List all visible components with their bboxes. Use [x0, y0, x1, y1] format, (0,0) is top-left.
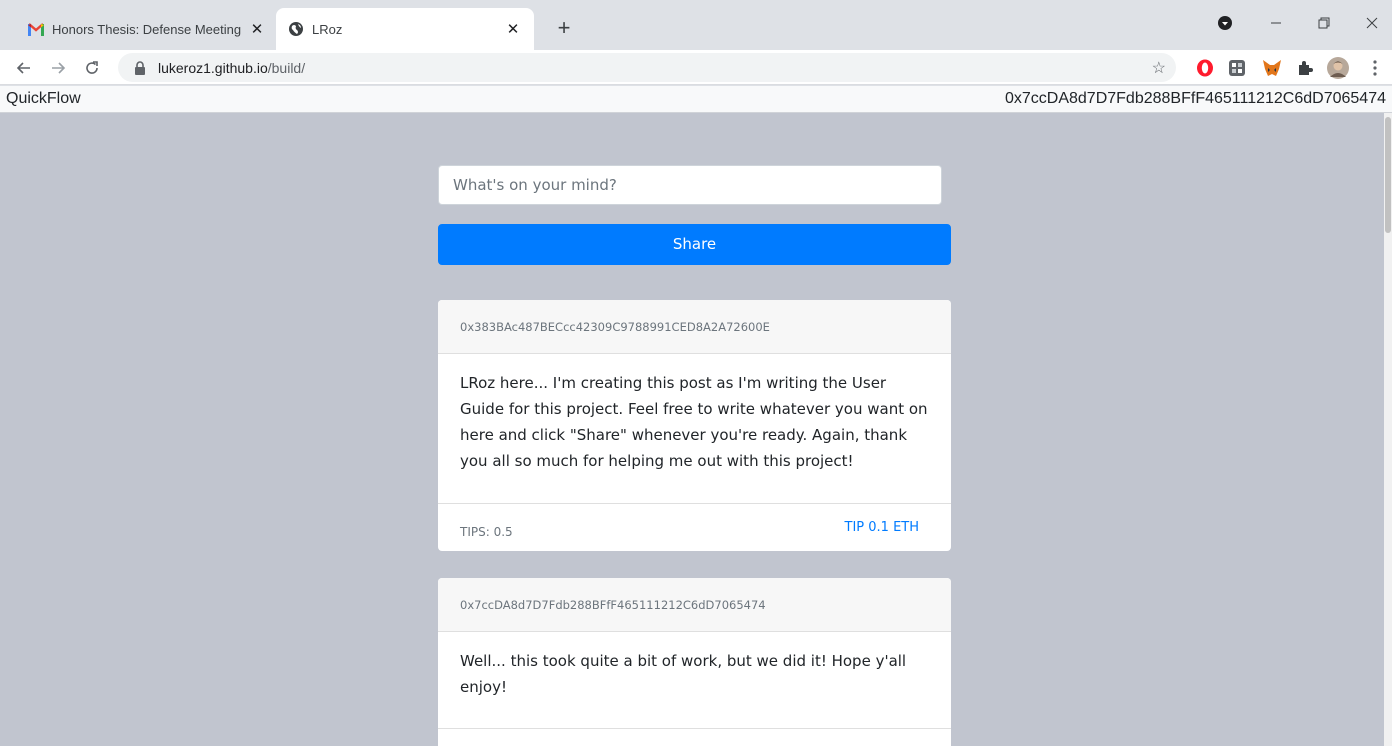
back-icon[interactable]: [10, 54, 38, 82]
post-card: 0x7ccDA8d7D7Fdb288BFfF465111212C6dD70654…: [438, 578, 951, 746]
browser-toolbar: lukeroz1.github.io/build/ ☆: [0, 50, 1392, 85]
close-tab-icon[interactable]: ✕: [504, 20, 522, 38]
post-footer: TIPS: 0.5 TIP 0.1 ETH: [438, 503, 951, 551]
gmail-icon: [28, 21, 44, 37]
post-content: LRoz here... I'm creating this post as I…: [460, 374, 928, 470]
post-author-address: 0x7ccDA8d7D7Fdb288BFfF465111212C6dD70654…: [460, 597, 766, 612]
post-author: 0x7ccDA8d7D7Fdb288BFfF465111212C6dD70654…: [438, 578, 951, 632]
close-tab-icon[interactable]: ✕: [248, 20, 266, 38]
browser-tab-strip: Honors Thesis: Defense Meeting ✕ LRoz ✕ …: [0, 0, 1392, 50]
new-tab-button[interactable]: +: [550, 14, 578, 42]
restore-window-icon[interactable]: [1304, 8, 1344, 38]
reload-icon[interactable]: [78, 54, 106, 82]
post-author: 0x383BAc487BECcc42309C9788991CED8A2A7260…: [438, 300, 951, 354]
post-author-address: 0x383BAc487BECcc42309C9788991CED8A2A7260…: [460, 319, 770, 334]
globe-icon: [288, 21, 304, 37]
address-bar[interactable]: lukeroz1.github.io/build/ ☆: [118, 53, 1176, 82]
tip-button[interactable]: TIP 0.1 ETH: [845, 520, 919, 535]
url-host: lukeroz1.github.io: [158, 59, 268, 76]
tab-gmail[interactable]: Honors Thesis: Defense Meeting ✕: [16, 8, 278, 50]
app-navbar: QuickFlow 0x7ccDA8d7D7Fdb288BFfF46511121…: [0, 86, 1392, 113]
page-scrollbar[interactable]: [1384, 113, 1392, 746]
post-footer: [438, 728, 951, 746]
tab-title: LRoz: [312, 21, 343, 37]
bookmark-star-icon[interactable]: ☆: [1152, 58, 1166, 78]
tab-title: Honors Thesis: Defense Meeting: [52, 21, 242, 37]
extensions-puzzle-icon[interactable]: [1294, 57, 1316, 79]
extension-puzzle-app-icon[interactable]: [1226, 57, 1248, 79]
post-card: 0x383BAc487BECcc42309C9788991CED8A2A7260…: [438, 300, 951, 551]
post-content-input[interactable]: [438, 165, 942, 205]
main-content: Share 0x383BAc487BECcc42309C9788991CED8A…: [0, 113, 1384, 746]
lock-icon: [134, 60, 148, 75]
forward-icon[interactable]: [44, 54, 72, 82]
minimize-window-icon[interactable]: [1256, 8, 1296, 38]
app-brand[interactable]: QuickFlow: [6, 90, 81, 108]
tab-lroz[interactable]: LRoz ✕: [276, 8, 534, 50]
tips-amount: TIPS: 0.5: [460, 524, 513, 539]
menu-kebab-icon[interactable]: [1364, 57, 1386, 79]
opera-extension-icon[interactable]: [1194, 57, 1216, 79]
close-window-icon[interactable]: [1352, 8, 1392, 38]
account-address: 0x7ccDA8d7D7Fdb288BFfF465111212C6dD70654…: [1004, 90, 1386, 107]
share-button[interactable]: Share: [438, 224, 951, 265]
url-text: lukeroz1.github.io/build/: [158, 60, 305, 76]
post-content: Well... this took quite a bit of work, b…: [460, 652, 907, 696]
profile-menu-icon[interactable]: [1205, 8, 1245, 38]
scrollbar-thumb[interactable]: [1385, 117, 1391, 233]
url-path: /build/: [267, 59, 306, 76]
avatar[interactable]: [1327, 57, 1349, 79]
metamask-fox-icon[interactable]: [1261, 57, 1283, 79]
